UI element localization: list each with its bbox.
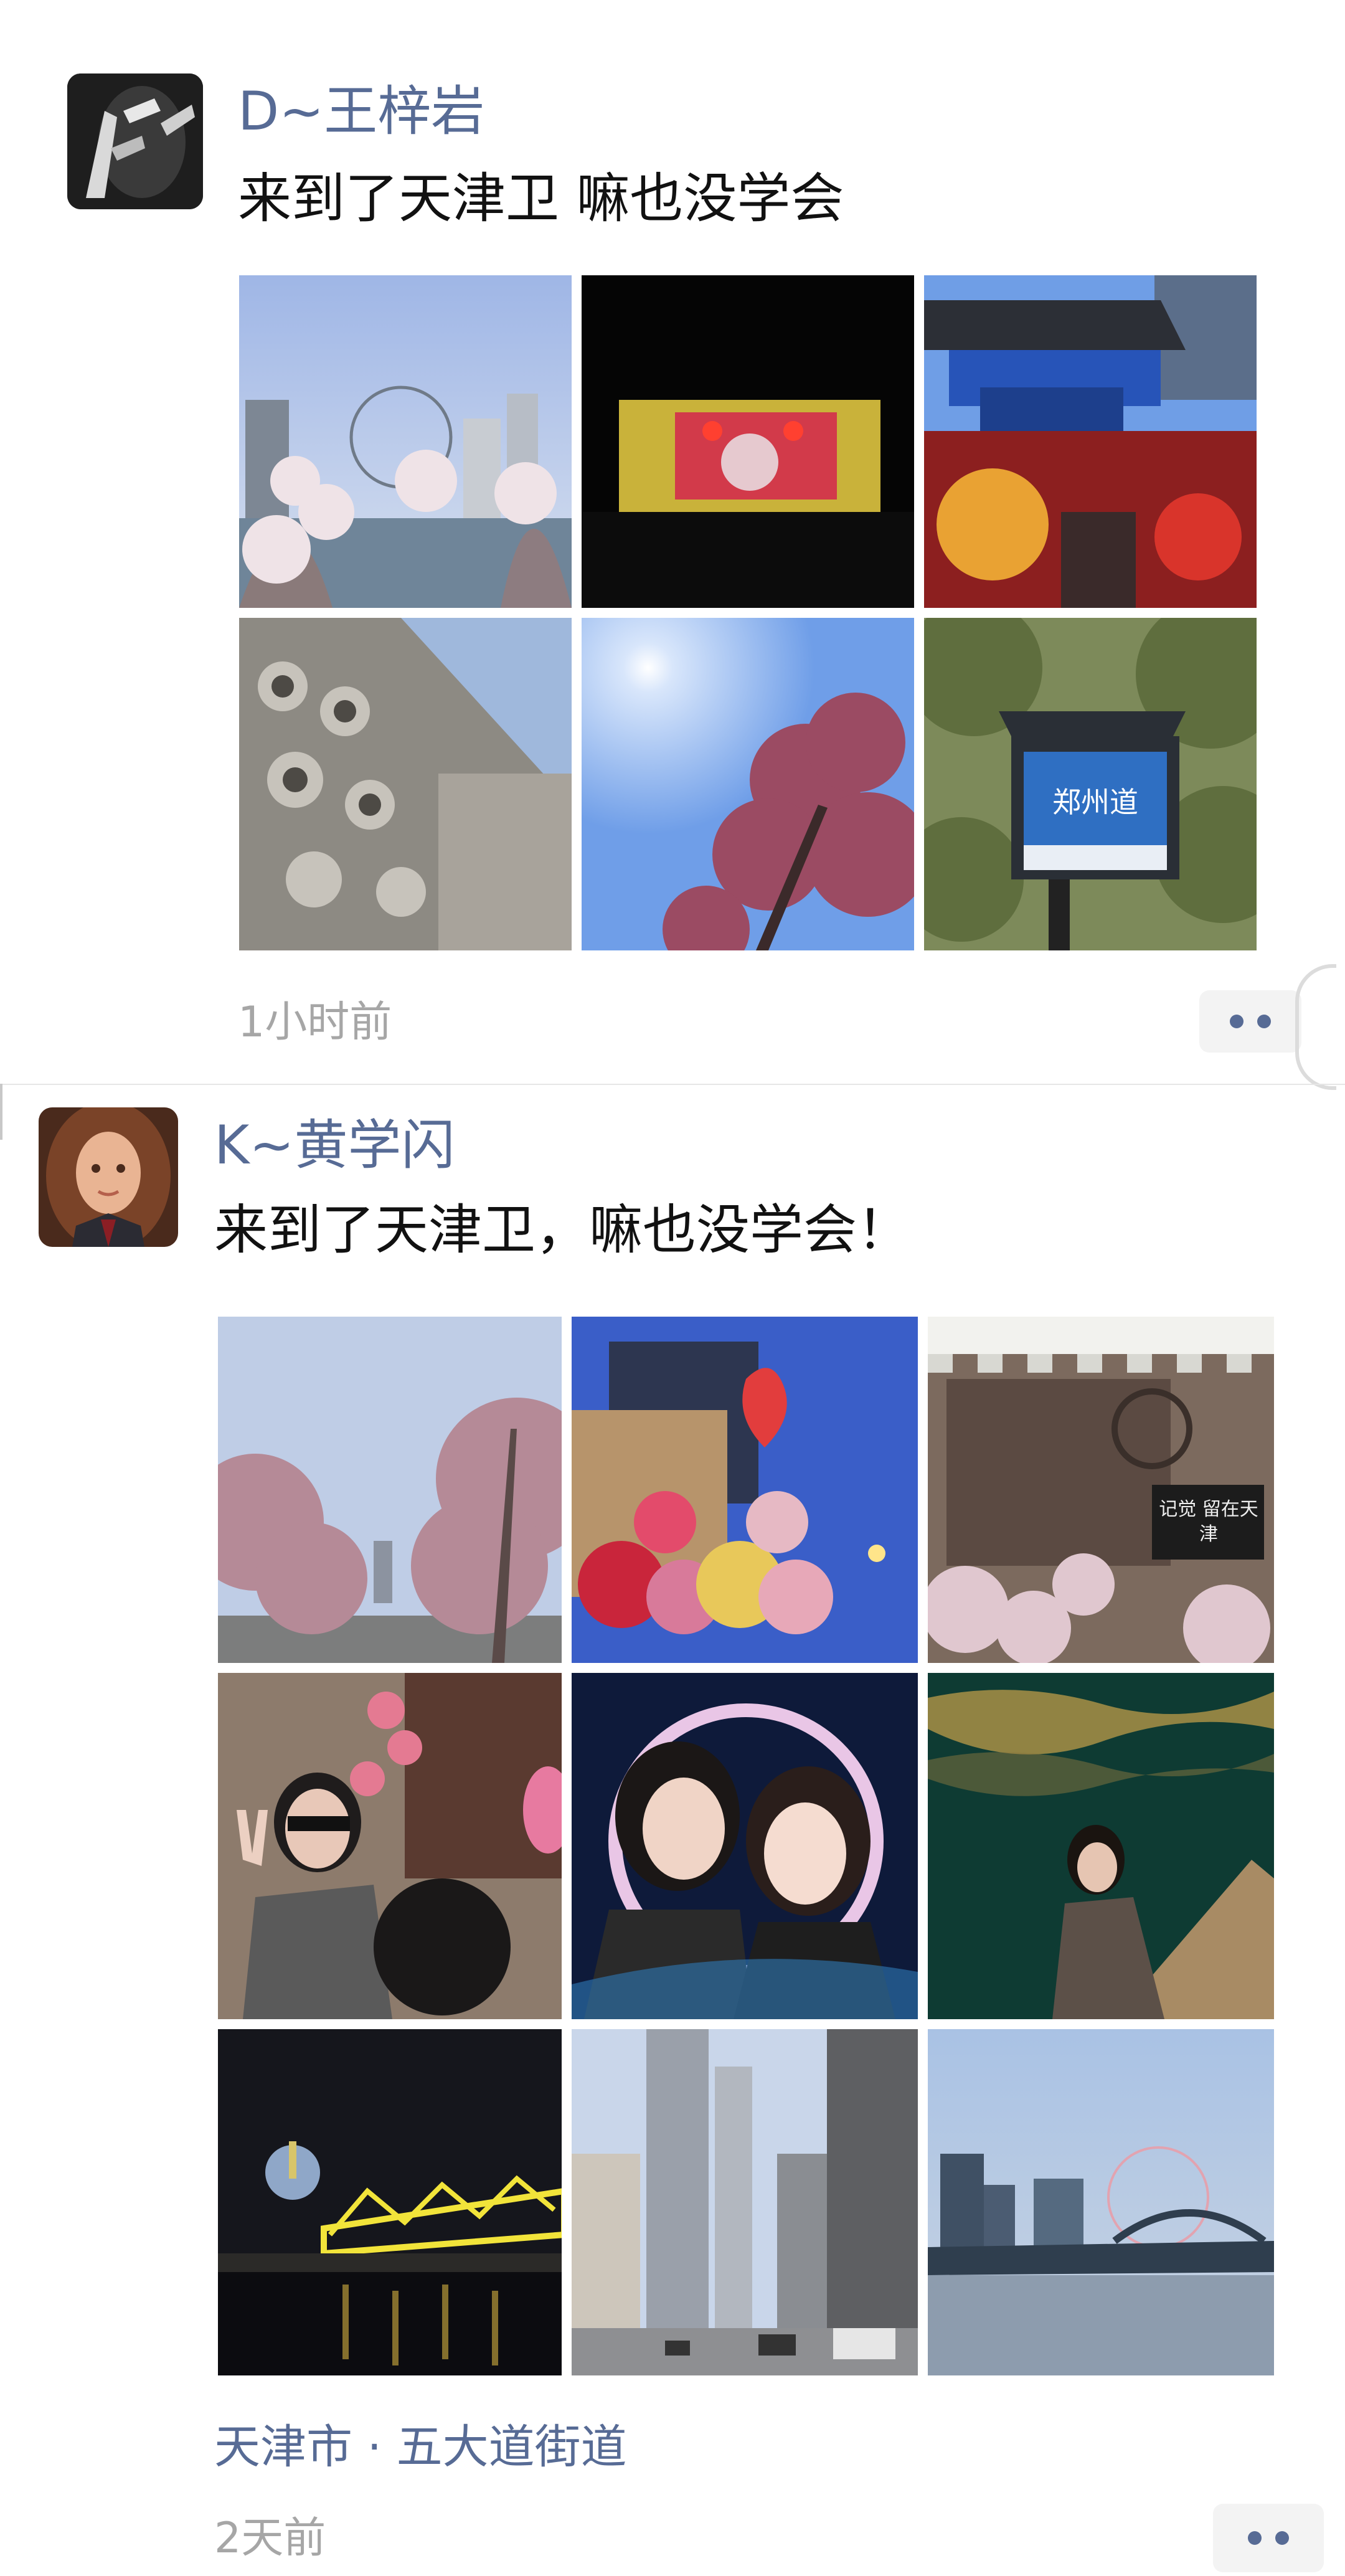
moments-post-2: K~黄学闪 来到了天津卫，嘛也没学会！ 记觉 留在天津 天津市 · 五大道街道 …	[0, 1085, 1345, 2576]
post-time: 1小时前	[238, 998, 392, 1047]
river-ferris-wheel-photo[interactable]	[928, 2029, 1274, 2375]
street-sign-photo[interactable]: 郑州道	[924, 618, 1257, 950]
porcelain-house-photo[interactable]	[239, 618, 572, 950]
more-actions-button[interactable]	[1213, 2504, 1324, 2572]
riverside-portrait-photo[interactable]	[928, 1673, 1274, 2019]
shop-sign-text: 记觉 留在天津	[1159, 1499, 1258, 1545]
post-time: 2天前	[214, 2514, 326, 2563]
more-actions-button[interactable]	[1199, 990, 1301, 1053]
selfie-peace-sign-photo[interactable]	[218, 1673, 562, 2019]
location-link[interactable]: 天津市 · 五大道街道	[214, 2424, 627, 2470]
dot-icon	[1275, 2531, 1289, 2545]
post-text: 来到了天津卫，嘛也没学会！	[214, 1199, 910, 1261]
ferris-wheel-river-photo[interactable]	[239, 275, 572, 608]
scroll-edge-indicator	[1295, 964, 1336, 1090]
photo-grid: 郑州道	[239, 275, 1257, 950]
avatar-image	[67, 73, 203, 209]
avatar-image	[39, 1107, 178, 1247]
street-sign-text: 郑州道	[1052, 785, 1138, 819]
night-bridge-photo[interactable]	[218, 2029, 562, 2375]
author-name[interactable]: D~王梓岩	[238, 85, 484, 138]
flower-shop-photo[interactable]: 记觉 留在天津	[928, 1317, 1274, 1663]
author-avatar[interactable]	[67, 73, 203, 209]
archway-gate-photo[interactable]	[924, 275, 1257, 608]
post-text: 来到了天津卫 嘛也没学会	[238, 168, 844, 230]
dot-icon	[1257, 1015, 1271, 1028]
moments-post-1: D~王梓岩 来到了天津卫 嘛也没学会 郑州道 1小时前	[0, 0, 1345, 1090]
balloon-stall-photo[interactable]	[572, 1317, 918, 1663]
dot-icon	[1248, 2531, 1262, 2545]
blossom-sky-photo[interactable]	[582, 618, 914, 950]
blossom-avenue-photo[interactable]	[218, 1317, 562, 1663]
two-girls-photo[interactable]	[572, 1673, 918, 2019]
photo-grid: 记觉 留在天津	[218, 1317, 1274, 2375]
dot-icon	[1230, 1015, 1244, 1028]
author-avatar[interactable]	[39, 1107, 178, 1247]
city-street-photo[interactable]	[572, 2029, 918, 2375]
stage-performance-photo[interactable]	[582, 275, 914, 608]
author-name[interactable]: K~黄学闪	[214, 1119, 455, 1172]
